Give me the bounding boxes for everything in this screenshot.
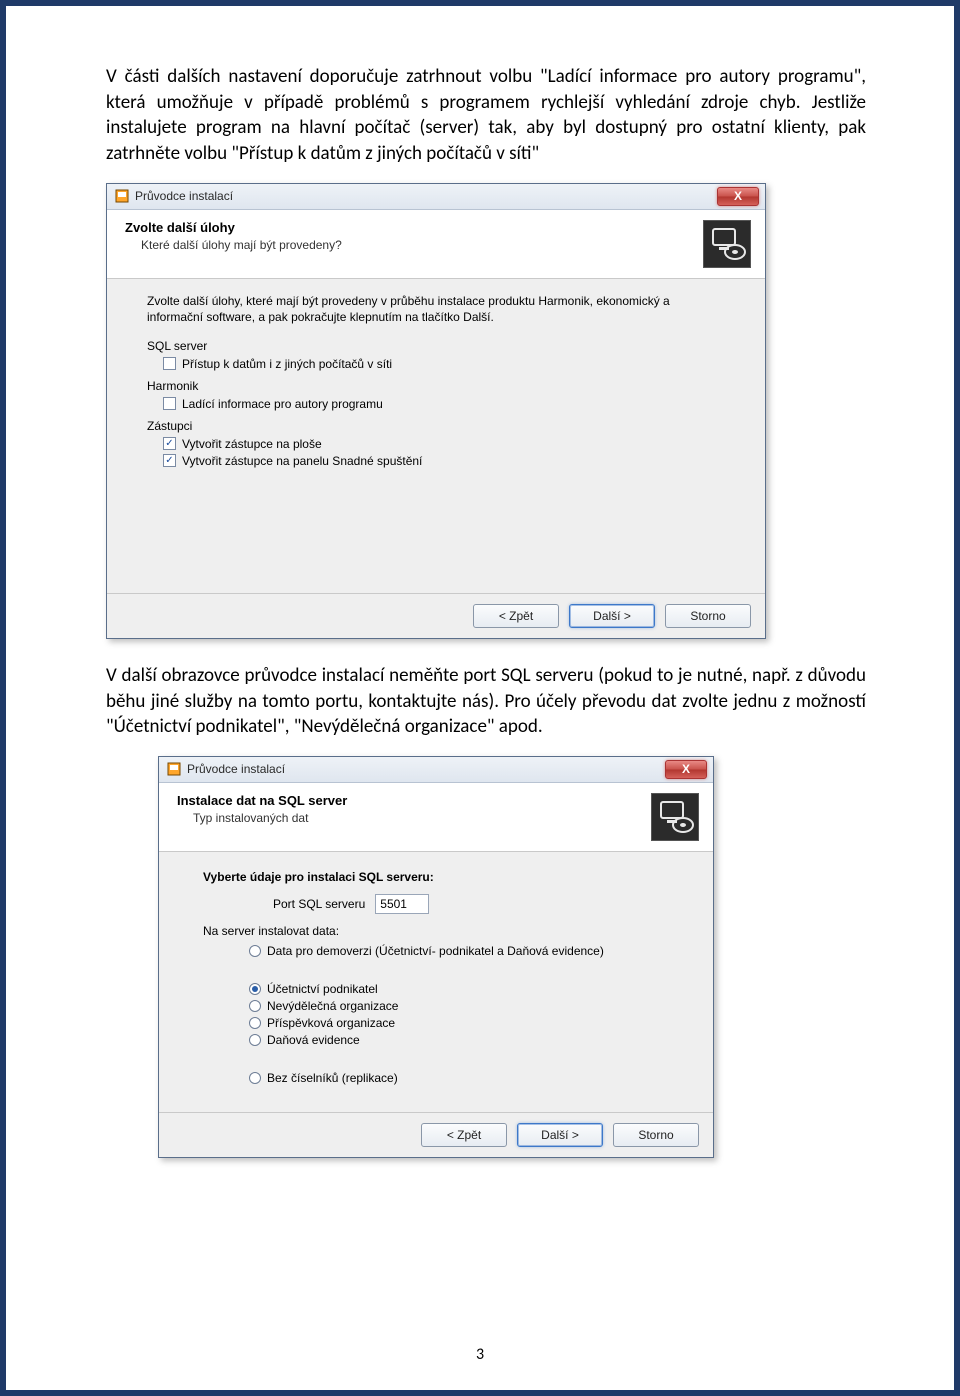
checkbox-icon: [163, 357, 176, 370]
radio-icon: [249, 1017, 261, 1029]
dialog-subheading: Typ instalovaných dat: [177, 811, 639, 825]
paragraph-1: V části dalších nastavení doporučuje zat…: [106, 64, 866, 167]
checkbox-desktop-shortcut[interactable]: ✓ Vytvořit zástupce na ploše: [163, 437, 725, 451]
radio-danova-evidence[interactable]: Daňová evidence: [249, 1033, 687, 1047]
radio-label: Bez číselníků (replikace): [267, 1071, 398, 1085]
checkbox-icon: ✓: [163, 454, 176, 467]
radio-bez-ciselniku[interactable]: Bez číselníků (replikace): [249, 1071, 687, 1085]
section-subhead: Vyberte údaje pro instalaci SQL serveru:: [203, 870, 687, 884]
dialog-header: Instalace dat na SQL server Typ instalov…: [159, 783, 713, 852]
close-button[interactable]: X: [665, 760, 707, 779]
dialog-body: Zvolte další úlohy, které mají být prove…: [107, 279, 765, 593]
radio-demo-data[interactable]: Data pro demoverzi (Účetnictví- podnikat…: [249, 944, 687, 958]
dialog-heading: Instalace dat na SQL server: [177, 793, 639, 808]
checkbox-label: Ladící informace pro autory programu: [182, 397, 383, 411]
titlebar: Průvodce instalací X: [107, 184, 765, 210]
checkbox-quicklaunch-shortcut[interactable]: ✓ Vytvořit zástupce na panelu Snadné spu…: [163, 454, 725, 468]
checkbox-label: Vytvořit zástupce na panelu Snadné spušt…: [182, 454, 422, 468]
checkbox-debug-info[interactable]: Ladící informace pro autory programu: [163, 397, 725, 411]
port-field-row: Port SQL serveru 5501: [273, 894, 687, 914]
checkbox-label: Vytvořit zástupce na ploše: [182, 437, 322, 451]
back-button[interactable]: < Zpět: [473, 604, 559, 628]
radio-nevydelecna[interactable]: Nevýdělečná organizace: [249, 999, 687, 1013]
radio-label: Účetnictví podnikatel: [267, 982, 378, 996]
group-sql-server: SQL server: [147, 339, 725, 353]
dialog-heading: Zvolte další úlohy: [125, 220, 691, 235]
dialog-footer: < Zpět Další > Storno: [107, 593, 765, 638]
wizard-dialog-tasks: Průvodce instalací X Zvolte další úlohy …: [106, 183, 766, 639]
cancel-button[interactable]: Storno: [613, 1123, 699, 1147]
dialog-subheading: Které další úlohy mají být provedeny?: [125, 238, 691, 252]
checkbox-icon: ✓: [163, 437, 176, 450]
checkbox-icon: [163, 397, 176, 410]
installer-icon: [167, 762, 181, 776]
computer-disc-icon: [651, 793, 699, 841]
dialog-header: Zvolte další úlohy Které další úlohy maj…: [107, 210, 765, 279]
radio-icon: [249, 1034, 261, 1046]
radio-label: Data pro demoverzi (Účetnictví- podnikat…: [267, 944, 604, 958]
window-title: Průvodce instalací: [135, 189, 717, 203]
dialog-body: Vyberte údaje pro instalaci SQL serveru:…: [159, 852, 713, 1112]
radio-prispevkova[interactable]: Příspěvková organizace: [249, 1016, 687, 1030]
window-title: Průvodce instalací: [187, 762, 665, 776]
wizard-dialog-sql-data: Průvodce instalací X Instalace dat na SQ…: [158, 756, 714, 1158]
radio-label: Nevýdělečná organizace: [267, 999, 398, 1013]
next-button[interactable]: Další >: [517, 1123, 603, 1147]
page-number: 3: [6, 1345, 954, 1364]
radio-ucetnictvi-podnikatel[interactable]: Účetnictví podnikatel: [249, 982, 687, 996]
port-label: Port SQL serveru: [273, 897, 365, 911]
install-data-label: Na server instalovat data:: [203, 924, 687, 938]
group-shortcuts: Zástupci: [147, 419, 725, 433]
radio-label: Daňová evidence: [267, 1033, 360, 1047]
dialog-footer: < Zpět Další > Storno: [159, 1112, 713, 1157]
radio-icon: [249, 945, 261, 957]
paragraph-2: V další obrazovce průvodce instalací nem…: [106, 663, 866, 740]
port-input[interactable]: 5501: [375, 894, 429, 914]
radio-icon: [249, 1072, 261, 1084]
group-harmonik: Harmonik: [147, 379, 725, 393]
radio-icon: [249, 1000, 261, 1012]
checkbox-label: Přístup k datům i z jiných počítačů v sí…: [182, 357, 392, 371]
radio-icon: [249, 983, 261, 995]
radio-label: Příspěvková organizace: [267, 1016, 395, 1030]
computer-disc-icon: [703, 220, 751, 268]
checkbox-network-access[interactable]: Přístup k datům i z jiných počítačů v sí…: [163, 357, 725, 371]
next-button[interactable]: Další >: [569, 604, 655, 628]
installer-icon: [115, 189, 129, 203]
titlebar: Průvodce instalací X: [159, 757, 713, 783]
back-button[interactable]: < Zpět: [421, 1123, 507, 1147]
intro-text: Zvolte další úlohy, které mají být prove…: [147, 293, 725, 325]
cancel-button[interactable]: Storno: [665, 604, 751, 628]
close-button[interactable]: X: [717, 187, 759, 206]
